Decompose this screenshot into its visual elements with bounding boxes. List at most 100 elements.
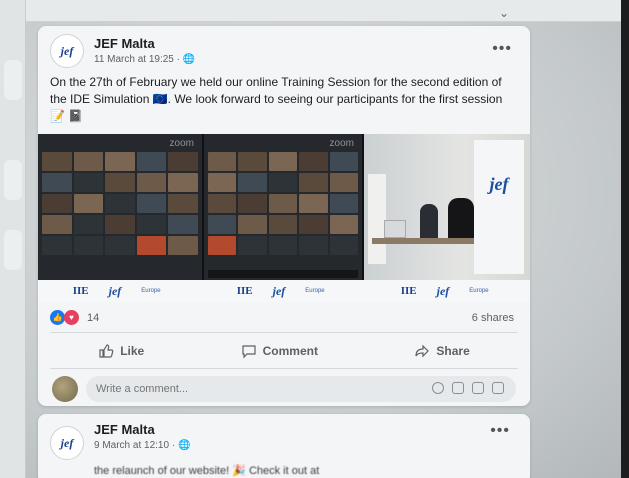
- reaction-summary[interactable]: 👍 ♥ 14: [50, 310, 99, 325]
- avatar-logo-text: jef: [60, 435, 74, 450]
- video-tile: [299, 215, 328, 234]
- like-button[interactable]: Like: [98, 343, 144, 359]
- share-button[interactable]: Share: [414, 343, 470, 359]
- comment-button[interactable]: Comment: [241, 343, 318, 359]
- video-tile: [73, 215, 104, 234]
- video-tile: [208, 236, 237, 255]
- monitor-bezel: [621, 0, 629, 478]
- post-card: jef JEF Malta 11 March at 19:25 · 🌐 ••• …: [38, 26, 530, 406]
- logo-group: IIE jef Europe: [237, 284, 332, 299]
- zoom-logo: zoom: [329, 138, 354, 149]
- video-tile: [268, 236, 298, 255]
- previous-post-footer: ⌄: [26, 0, 621, 22]
- page-avatar[interactable]: jef: [50, 426, 84, 460]
- shares-count[interactable]: 6 shares: [472, 312, 514, 324]
- love-reaction-icon: ♥: [64, 310, 79, 325]
- video-tile: [42, 173, 72, 192]
- ide-logo: IIE: [236, 285, 253, 297]
- more-options-icon[interactable]: ⌄: [499, 6, 511, 20]
- video-tile: [208, 152, 237, 171]
- video-tile: [136, 236, 167, 255]
- video-tile: [329, 152, 358, 171]
- video-tile: [73, 152, 104, 171]
- video-tile: [299, 194, 328, 213]
- post-timestamp[interactable]: 9 March at 12:10: [94, 440, 169, 451]
- training-room-photo: jef: [364, 134, 530, 280]
- video-tile: [168, 194, 198, 213]
- user-avatar[interactable]: [52, 376, 78, 402]
- participant-grid: [42, 152, 198, 255]
- video-tile: [42, 215, 72, 234]
- sidebar-slot[interactable]: [4, 60, 22, 100]
- eu-logo: Europe: [469, 288, 489, 294]
- video-tile: [299, 152, 328, 171]
- post-actions: Like Comment Share: [50, 338, 518, 364]
- divider: [50, 368, 518, 369]
- video-tile: [105, 215, 135, 234]
- gif-icon[interactable]: [472, 382, 484, 394]
- video-tile: [136, 194, 167, 213]
- comment-icon: [242, 345, 256, 359]
- video-tile: [168, 173, 198, 192]
- video-tile: [329, 173, 358, 192]
- jef-logo: jef: [272, 283, 286, 298]
- video-tile: [168, 152, 198, 171]
- post-header: jef JEF Malta 11 March at 19:25 · 🌐 •••: [50, 34, 520, 74]
- video-tile: [329, 236, 358, 255]
- logo-group: IIE jef Europe: [73, 284, 168, 299]
- video-tile: [42, 194, 72, 213]
- video-tile: [105, 152, 135, 171]
- divider: [50, 332, 518, 333]
- post-more-button[interactable]: •••: [492, 40, 512, 58]
- zoom-screenshot-2: zoom: [204, 134, 364, 280]
- camera-icon[interactable]: [452, 382, 464, 394]
- zoom-screenshot-1: zoom: [38, 134, 204, 280]
- video-tile: [136, 215, 167, 234]
- comment-composer: [50, 374, 520, 402]
- sticker-icon[interactable]: [492, 382, 504, 394]
- video-tile: [42, 236, 72, 255]
- ide-logo: IIE: [400, 285, 417, 297]
- comment-tools: [432, 382, 504, 394]
- video-tile: [73, 236, 104, 255]
- video-tile: [73, 173, 104, 192]
- globe-icon: 🌐: [177, 440, 191, 451]
- video-tile: [299, 173, 328, 192]
- jef-logo: jef: [436, 283, 450, 298]
- share-icon: [415, 344, 430, 358]
- post-preview-text: the relaunch of our website! 🎉 Check it …: [94, 465, 320, 477]
- jef-banner: jef: [474, 140, 524, 274]
- page-name-link[interactable]: JEF Malta: [94, 422, 155, 437]
- post-timestamp[interactable]: 11 March at 19:25: [94, 54, 174, 65]
- jef-logo: jef: [108, 283, 122, 298]
- participant-grid: [208, 152, 358, 255]
- video-tile: [73, 194, 104, 213]
- video-tile: [168, 236, 198, 255]
- page-name-link[interactable]: JEF Malta: [94, 36, 155, 51]
- page-avatar[interactable]: jef: [50, 34, 84, 68]
- zoom-logo: zoom: [169, 138, 194, 149]
- video-tile: [268, 194, 298, 213]
- video-tile: [105, 194, 135, 213]
- video-tile: [268, 173, 298, 192]
- emoji-icon[interactable]: [432, 382, 444, 394]
- zoom-toolbar: [208, 270, 358, 278]
- like-reaction-icon: 👍: [50, 310, 65, 325]
- video-tile: [329, 194, 358, 213]
- like-label: Like: [120, 344, 145, 358]
- video-tile: [299, 236, 328, 255]
- left-sidebar: [0, 0, 26, 478]
- laptop: [384, 220, 406, 238]
- video-tile: [238, 236, 267, 255]
- sidebar-slot[interactable]: [4, 160, 22, 200]
- video-tile: [208, 194, 237, 213]
- video-tile: [238, 152, 267, 171]
- share-label: Share: [436, 344, 470, 358]
- sidebar-slot[interactable]: [4, 230, 22, 270]
- post-image[interactable]: zoom zoom jef: [38, 134, 530, 280]
- video-tile: [42, 152, 72, 171]
- sponsor-logo-strip: IIE jef Europe IIE jef Europe IIE jef Eu…: [38, 280, 530, 302]
- video-tile: [268, 215, 298, 234]
- reaction-count: 14: [87, 311, 100, 324]
- post-more-button[interactable]: •••: [490, 422, 510, 440]
